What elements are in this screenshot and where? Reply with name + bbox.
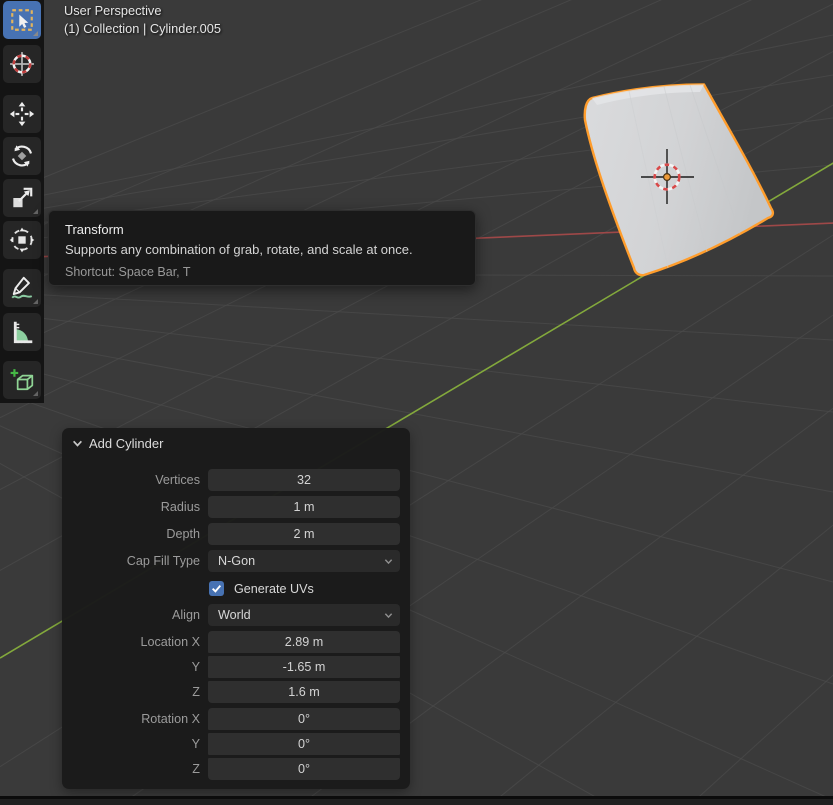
tool-column xyxy=(0,0,44,403)
subtool-indicator xyxy=(33,31,38,36)
grid-line xyxy=(0,291,833,341)
rotation-y-field[interactable]: 0° xyxy=(208,733,400,755)
tool-measure[interactable] xyxy=(3,313,41,351)
subtool-indicator xyxy=(33,299,38,304)
measure-icon xyxy=(13,321,33,344)
chevron-down-icon xyxy=(73,440,82,447)
align-dropdown[interactable]: World xyxy=(208,604,400,626)
cap-fill-type-label: Cap Fill Type xyxy=(126,554,200,568)
rotation-x-field[interactable]: 0° xyxy=(208,708,400,730)
tooltip-title: Transform xyxy=(65,222,124,237)
tooltip-shortcut: Shortcut: Space Bar, T xyxy=(65,265,191,279)
tool-rotate[interactable] xyxy=(3,137,41,175)
rotation-z-field[interactable]: 0° xyxy=(208,758,400,780)
blender-3d-viewport-window: User Perspective (1) Collection | Cylind… xyxy=(0,0,833,805)
scale-icon xyxy=(13,187,33,208)
rotation-z-label: Z xyxy=(192,762,200,776)
tool-select-box[interactable] xyxy=(3,1,41,39)
viewport-header: User Perspective (1) Collection | Cylind… xyxy=(64,3,221,37)
tool-transform[interactable] xyxy=(3,221,41,259)
location-x-field[interactable]: 2.89 m xyxy=(208,631,400,653)
transform-icon xyxy=(9,227,35,253)
subtool-indicator xyxy=(33,209,38,214)
vertices-label: Vertices xyxy=(155,473,200,487)
vertices-field[interactable]: 32 xyxy=(208,469,400,491)
select-box-icon xyxy=(11,9,33,31)
location-z-label: Z xyxy=(192,685,200,699)
radius-field[interactable]: 1 m xyxy=(208,496,400,518)
generate-uvs-checkbox[interactable] xyxy=(209,581,224,596)
breadcrumb: (1) Collection | Cylinder.005 xyxy=(64,20,221,36)
location-z-field[interactable]: 1.6 m xyxy=(208,681,400,703)
depth-label: Depth xyxy=(166,527,200,541)
cursor-3d-icon xyxy=(10,52,34,76)
chevron-down-icon xyxy=(384,613,393,619)
tool-scale[interactable] xyxy=(3,179,41,217)
tool-annotate[interactable] xyxy=(3,269,41,307)
location-y-field[interactable]: -1.65 m xyxy=(208,656,400,678)
view-perspective-label: User Perspective xyxy=(64,3,162,18)
operator-panel-title: Add Cylinder xyxy=(89,436,164,451)
rotation-x-label: Rotation X xyxy=(141,712,200,726)
subtool-indicator xyxy=(33,391,38,396)
checkmark-icon xyxy=(212,585,222,593)
tool-cursor[interactable] xyxy=(3,45,41,83)
tool-move[interactable] xyxy=(3,95,41,133)
cap-fill-type-dropdown[interactable]: N-Gon xyxy=(208,550,400,572)
rotate-icon xyxy=(11,145,33,167)
tooltip-transform: Transform Supports any combination of gr… xyxy=(48,210,476,286)
object-origin xyxy=(662,173,671,182)
align-label: Align xyxy=(171,608,200,622)
align-value: World xyxy=(218,608,251,622)
radius-label: Radius xyxy=(160,500,200,514)
chevron-down-icon xyxy=(384,559,393,565)
location-y-label: Y xyxy=(191,660,200,674)
add-cube-icon xyxy=(10,369,34,391)
operator-panel-add-cylinder: Add Cylinder Vertices 32 Radius 1 m Dept… xyxy=(62,428,410,789)
operator-panel-header[interactable]: Add Cylinder xyxy=(72,436,163,451)
grid-line xyxy=(0,312,833,413)
rotation-y-label: Y xyxy=(191,737,200,751)
generate-uvs-label: Generate UVs xyxy=(234,581,314,596)
tooltip-description: Supports any combination of grab, rotate… xyxy=(65,242,413,257)
depth-field[interactable]: 2 m xyxy=(208,523,400,545)
tool-add-cube[interactable] xyxy=(3,361,41,399)
move-icon xyxy=(9,101,35,127)
annotate-icon xyxy=(11,276,33,299)
cap-fill-type-value: N-Gon xyxy=(218,554,256,568)
location-x-label: Location X xyxy=(140,635,200,649)
bottom-editor-divider[interactable] xyxy=(0,796,833,805)
